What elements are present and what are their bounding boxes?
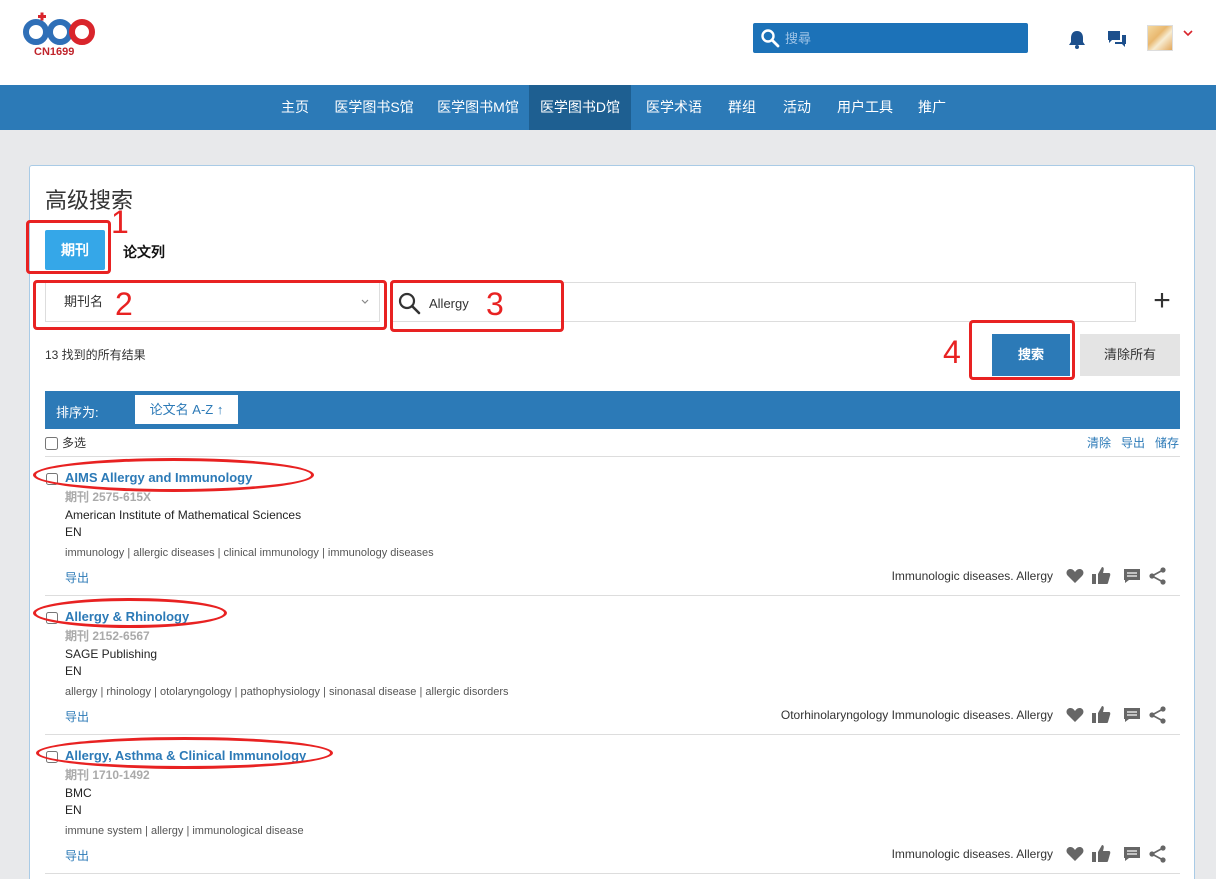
result-item: Allergy & Rhinology 期刊 2152-6567 SAGE Pu… <box>45 600 1180 735</box>
thumbs-up-icon[interactable] <box>1091 566 1111 586</box>
result-subjects: Otorhinolaryngology Immunologic diseases… <box>780 708 1053 722</box>
result-export-link[interactable]: 导出 <box>65 569 89 586</box>
save-link[interactable]: 储存 <box>1155 436 1179 450</box>
sort-title-az-button[interactable]: 论文名 A-Z ↑ <box>135 395 238 424</box>
result-keywords: allergy | rhinology | otolaryngology | p… <box>65 686 509 698</box>
result-issn: 期刊 1710-1492 <box>65 768 150 782</box>
heart-icon[interactable] <box>1065 844 1085 864</box>
divider <box>45 873 1180 874</box>
thumbs-up-icon[interactable] <box>1091 705 1111 725</box>
messages-icon[interactable] <box>1106 28 1128 50</box>
sort-label: 排序为: <box>56 405 99 420</box>
export-all-link[interactable]: 导出 <box>1121 436 1145 450</box>
annotation-number: 4 <box>943 334 961 370</box>
result-language: EN <box>65 664 82 678</box>
tab-article-list[interactable]: 论文列 <box>123 242 165 262</box>
thumbs-up-icon[interactable] <box>1091 844 1111 864</box>
clear-all-button[interactable]: 清除所有 <box>1080 334 1180 376</box>
result-language: EN <box>65 525 82 539</box>
result-issn: 期刊 2152-6567 <box>65 629 150 643</box>
header-search-input[interactable] <box>785 27 1020 49</box>
divider <box>45 734 1180 735</box>
bell-icon[interactable] <box>1066 28 1088 50</box>
share-icon[interactable] <box>1148 566 1168 586</box>
result-export-link[interactable]: 导出 <box>65 708 89 725</box>
top-header: CN1699 <box>0 0 1216 85</box>
nav-item-home[interactable]: 主页 <box>272 85 318 130</box>
add-condition-button[interactable]: + <box>1150 286 1174 316</box>
divider <box>45 456 1180 457</box>
result-count: 13 找到的所有结果 <box>45 348 146 362</box>
annotation-box <box>390 280 564 332</box>
nav-item-library-m[interactable]: 医学图书M馆 <box>431 85 525 130</box>
annotation-number: 3 <box>486 286 504 322</box>
advanced-search-panel: 高级搜索 期刊 论文列 期刊名 + 13 找到的所有结果 搜索 清除所有 排序为… <box>29 165 1195 879</box>
nav-item-groups[interactable]: 群组 <box>720 85 764 130</box>
share-icon[interactable] <box>1148 844 1168 864</box>
multi-select-label: 多选 <box>62 436 87 450</box>
annotation-box <box>26 220 111 274</box>
result-export-link[interactable]: 导出 <box>65 847 89 864</box>
nav-item-promotion[interactable]: 推广 <box>911 85 953 130</box>
annotation-oval <box>33 598 227 628</box>
chevron-down-icon[interactable] <box>1183 28 1193 38</box>
comment-icon[interactable] <box>1122 566 1142 586</box>
annotation-number: 2 <box>115 286 133 322</box>
result-publisher: SAGE Publishing <box>65 647 158 661</box>
heart-icon[interactable] <box>1065 705 1085 725</box>
clear-link[interactable]: 清除 <box>1087 436 1111 450</box>
result-actions <box>1065 566 1177 586</box>
heart-icon[interactable] <box>1065 566 1085 586</box>
annotation-number: 1 <box>111 204 129 240</box>
result-keywords: immune system | allergy | immunological … <box>65 825 304 837</box>
annotation-box <box>33 280 387 330</box>
search-icon[interactable] <box>760 28 780 48</box>
result-actions <box>1065 844 1177 864</box>
annotation-box <box>969 320 1075 380</box>
multi-select[interactable]: 多选 <box>45 434 86 451</box>
nav-item-library-d[interactable]: 医学图书D馆 <box>529 85 631 130</box>
comment-icon[interactable] <box>1122 705 1142 725</box>
divider <box>45 595 1180 596</box>
logo-text: CN1699 <box>34 46 75 58</box>
nav-item-user-tools[interactable]: 用户工具 <box>832 85 898 130</box>
result-tools: 清除 导出 储存 <box>1077 434 1179 451</box>
result-publisher: American Institute of Mathematical Scien… <box>65 508 302 522</box>
annotation-oval <box>33 458 314 492</box>
multi-select-checkbox[interactable] <box>45 437 58 451</box>
nav-item-library-s[interactable]: 医学图书S馆 <box>329 85 419 130</box>
result-language: EN <box>65 803 82 817</box>
result-actions <box>1065 705 1177 725</box>
comment-icon[interactable] <box>1122 844 1142 864</box>
annotation-oval <box>36 737 333 769</box>
nav-item-events[interactable]: 活动 <box>776 85 818 130</box>
result-subjects: Immunologic diseases. Allergy <box>891 569 1053 583</box>
header-search[interactable] <box>753 23 1028 53</box>
nav-item-terminology[interactable]: 医学术语 <box>641 85 707 130</box>
result-subjects: Immunologic diseases. Allergy <box>891 847 1053 861</box>
share-icon[interactable] <box>1148 705 1168 725</box>
sort-bar: 排序为: 论文名 A-Z ↑ <box>45 391 1180 429</box>
result-publisher: BMC <box>65 786 92 800</box>
avatar[interactable] <box>1147 25 1173 51</box>
result-keywords: immunology | allergic diseases | clinica… <box>65 547 434 559</box>
main-nav: 主页 医学图书S馆 医学图书M馆 医学图书D馆 医学术语 群组 活动 用户工具 … <box>0 85 1216 130</box>
